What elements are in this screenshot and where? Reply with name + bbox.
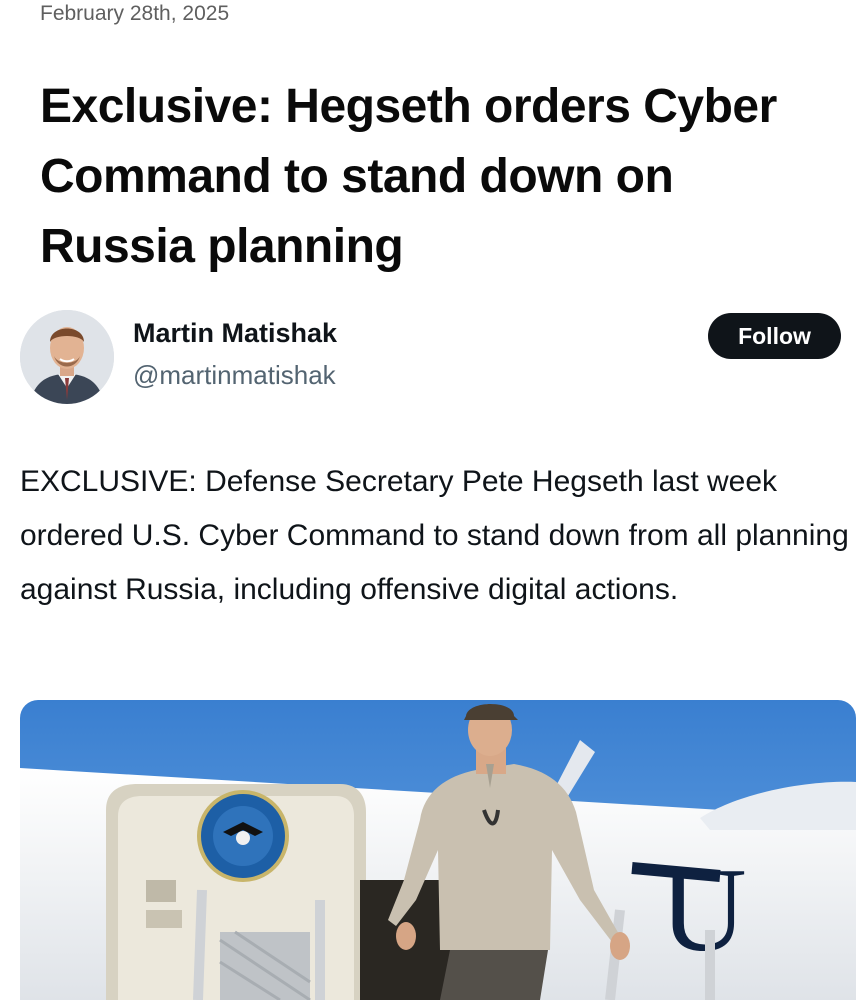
avatar[interactable] bbox=[20, 310, 114, 404]
follow-button[interactable]: Follow bbox=[708, 313, 841, 359]
fuselage-lettering: U bbox=[660, 843, 747, 976]
author-handle[interactable]: @martinmatishak bbox=[133, 360, 336, 391]
article-date: February 28th, 2025 bbox=[40, 2, 230, 25]
article-headline: Exclusive: Hegseth orders Cyber Command … bbox=[40, 80, 777, 273]
avatar-portrait-image bbox=[20, 310, 114, 404]
airplane-stairs-photo: U bbox=[20, 700, 856, 1000]
social-post: Martin Matishak @martinmatishak Follow E… bbox=[0, 300, 861, 1000]
author-name[interactable]: Martin Matishak bbox=[133, 318, 337, 349]
post-photo[interactable]: U bbox=[20, 700, 856, 1000]
post-text: EXCLUSIVE: Defense Secretary Pete Hegset… bbox=[20, 465, 849, 606]
